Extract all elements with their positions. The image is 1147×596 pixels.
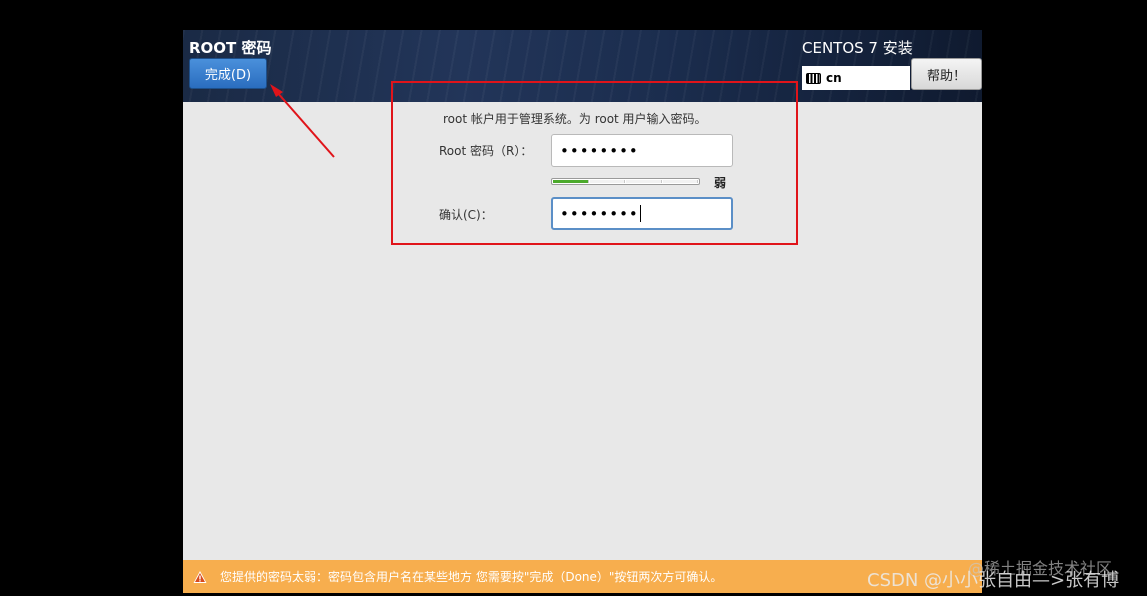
warning-text: 您提供的密码太弱：密码包含用户名在某些地方 您需要按"完成（Done）"按钮两次… <box>220 570 723 584</box>
done-button[interactable]: 完成(D) <box>189 58 267 89</box>
keyboard-icon <box>806 72 821 84</box>
installer-window: ROOT 密码 完成(D) CENTOS 7 安装 cn 帮助！ root 帐户… <box>183 30 982 593</box>
annotation-highlight-box <box>391 81 798 245</box>
csdn-watermark: CSDN @小小张自由—>张有博 <box>867 570 1120 591</box>
warning-bar: 您提供的密码太弱：密码包含用户名在某些地方 您需要按"完成（Done）"按钮两次… <box>183 560 982 593</box>
help-button[interactable]: 帮助！ <box>911 58 982 90</box>
keyboard-layout-label: cn <box>826 71 842 85</box>
keyboard-layout-indicator[interactable]: cn <box>802 66 910 90</box>
warning-icon <box>193 570 207 583</box>
install-title: CENTOS 7 安装 <box>802 39 913 57</box>
page-title: ROOT 密码 <box>189 39 272 57</box>
